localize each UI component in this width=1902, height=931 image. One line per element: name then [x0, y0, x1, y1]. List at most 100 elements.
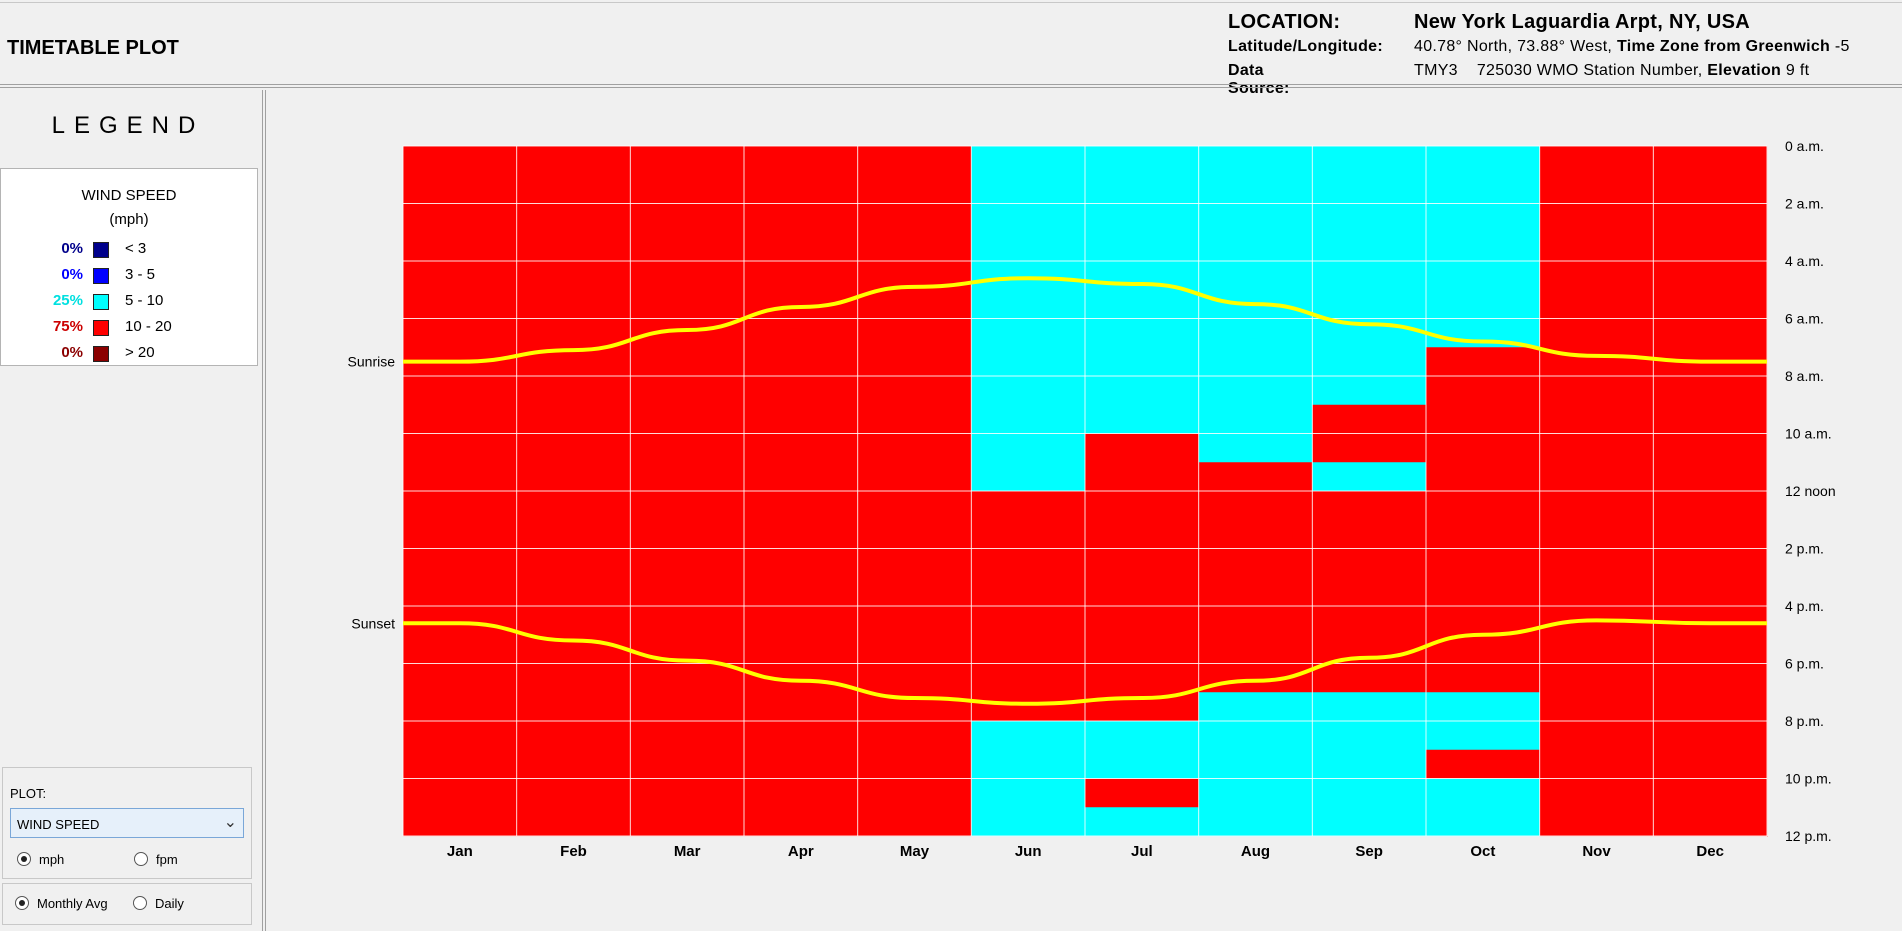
heatmap-cell [1539, 548, 1654, 578]
plot-select[interactable]: WIND SPEED ⌄ [10, 808, 244, 838]
heatmap-cell [1653, 433, 1768, 463]
heatmap-cell [744, 347, 859, 377]
heatmap-cell [857, 347, 972, 377]
heatmap-cell [971, 778, 1086, 808]
legend-swatch [93, 294, 109, 310]
heatmap-cell [630, 721, 745, 751]
heatmap-cell [1539, 749, 1654, 779]
heatmap-cell [1085, 663, 1200, 693]
heatmap-cell [971, 577, 1086, 607]
heatmap-cell [1085, 347, 1200, 377]
heatmap-cell [1426, 577, 1541, 607]
heatmap-cell [1653, 146, 1768, 176]
heatmap-cell [1312, 749, 1427, 779]
heatmap-cell [1426, 347, 1541, 377]
heatmap-cell [630, 606, 745, 636]
heatmap-cell [1198, 807, 1313, 837]
heatmap-cell [1198, 721, 1313, 751]
location-label: LOCATION: [1228, 11, 1341, 33]
heatmap-cell [1426, 289, 1541, 319]
heatmap-cell [403, 318, 518, 348]
heatmap-cell [1426, 807, 1541, 837]
heatmap-cell [1198, 404, 1313, 434]
heatmap-cell [1426, 721, 1541, 751]
heatmap-cell [1085, 174, 1200, 204]
y-tick-label: 4 p.m. [1785, 598, 1824, 614]
heatmap-cell [1312, 548, 1427, 578]
heatmap-cell [403, 376, 518, 406]
plot-panel: PLOT: WIND SPEED ⌄ mph fpm [2, 767, 252, 879]
heatmap-cell [857, 146, 972, 176]
heatmap-cell [1653, 634, 1768, 664]
heatmap-cell [1312, 146, 1427, 176]
heatmap-cell [1653, 663, 1768, 693]
legend-swatch [93, 320, 109, 336]
heatmap-cell [1426, 663, 1541, 693]
heatmap-cell [1653, 577, 1768, 607]
heatmap-cell [516, 232, 631, 262]
heatmap-cell [403, 692, 518, 722]
source-value: TMY3 [1414, 62, 1458, 79]
heatmap-cell [630, 663, 745, 693]
heatmap-cell [744, 174, 859, 204]
heatmap-cell [857, 433, 972, 463]
heatmap-cell [1198, 548, 1313, 578]
heatmap-cell [630, 404, 745, 434]
heatmap-cell [857, 778, 972, 808]
heatmap-cell [516, 519, 631, 549]
x-tick-label: May [900, 843, 930, 860]
legend-range: < 3 [125, 240, 147, 257]
y-tick-label: 0 a.m. [1785, 138, 1824, 154]
y-tick-label: 8 a.m. [1785, 368, 1824, 384]
heatmap-cell [1426, 462, 1541, 492]
plot-label: PLOT: [10, 786, 47, 801]
heatmap-cell [971, 548, 1086, 578]
heatmap-cell [1539, 261, 1654, 291]
heatmap-cell [744, 519, 859, 549]
heatmap-cell [1198, 261, 1313, 291]
heatmap-cell [403, 807, 518, 837]
heatmap-cell [971, 519, 1086, 549]
heatmap-cell [1653, 318, 1768, 348]
heatmap-cell [744, 404, 859, 434]
heatmap-cell [1085, 146, 1200, 176]
heatmap-cell [1085, 289, 1200, 319]
sunrise-label: Sunrise [348, 354, 396, 370]
heatmap-cell [516, 577, 631, 607]
heatmap-cell [1312, 462, 1427, 492]
heatmap-cell [744, 548, 859, 578]
heatmap-cell [403, 462, 518, 492]
heatmap-cell [971, 404, 1086, 434]
heatmap-cell [1312, 289, 1427, 319]
heatmap-cell [1085, 634, 1200, 664]
heatmap-cell [403, 778, 518, 808]
heatmap-cell [1198, 491, 1313, 521]
sunset-label: Sunset [351, 615, 395, 631]
heatmap-cell [1653, 548, 1768, 578]
heatmap-cell [1198, 749, 1313, 779]
heatmap-cell [1539, 634, 1654, 664]
heatmap-cell [744, 577, 859, 607]
heatmap-cell [516, 289, 631, 319]
heatmap-cell [971, 606, 1086, 636]
heatmap-cell [403, 749, 518, 779]
radio-label: fpm [156, 852, 178, 867]
legend-row: 75% 10 - 20 [1, 318, 257, 338]
heatmap-cell [857, 174, 972, 204]
heatmap-cell [403, 721, 518, 751]
heatmap-cell [1198, 778, 1313, 808]
x-tick-label: Nov [1582, 843, 1611, 860]
heatmap-cell [403, 289, 518, 319]
heatmap-cell [630, 577, 745, 607]
heatmap-cell [857, 548, 972, 578]
heatmap-cell [403, 634, 518, 664]
heatmap-cell [630, 289, 745, 319]
x-tick-label: Oct [1470, 843, 1495, 860]
heatmap-cell [1198, 203, 1313, 233]
heatmap-cell [1539, 404, 1654, 434]
heatmap-cell [857, 404, 972, 434]
heatmap-cell [1539, 519, 1654, 549]
heatmap-cell [1426, 174, 1541, 204]
heatmap-cell [971, 232, 1086, 262]
heatmap-cell [857, 663, 972, 693]
